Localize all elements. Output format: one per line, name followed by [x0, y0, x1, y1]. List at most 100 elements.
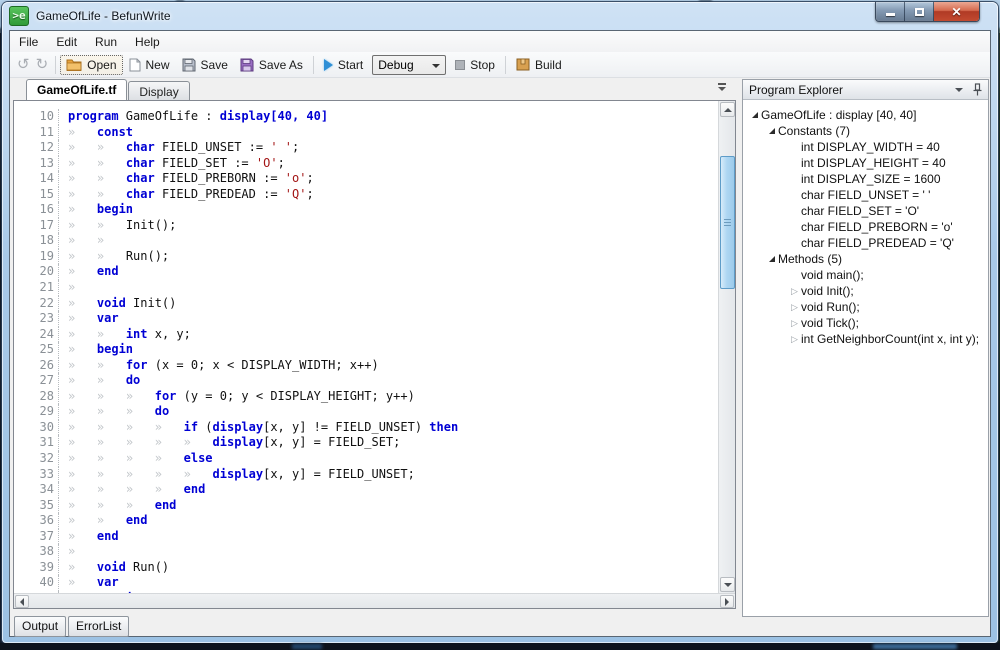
line-number: 38: [14, 544, 54, 560]
tree-item[interactable]: int DISPLAY_HEIGHT = 40: [743, 155, 988, 171]
code-scroll-area[interactable]: 10program GameOfLife : display[40, 40]11…: [14, 101, 718, 593]
line-number: 24: [14, 327, 54, 343]
horizontal-scrollbar[interactable]: [14, 593, 735, 608]
pin-icon[interactable]: [973, 83, 982, 96]
new-label: New: [146, 58, 170, 72]
minimize-icon: [886, 13, 895, 16]
build-button[interactable]: Build: [510, 55, 568, 75]
line-number: 14: [14, 171, 54, 187]
minimize-button[interactable]: [876, 2, 905, 21]
run-mode-dropdown[interactable]: Debug: [372, 55, 446, 75]
new-button[interactable]: New: [123, 55, 176, 75]
save-label: Save: [201, 58, 228, 72]
code-editor[interactable]: 10program GameOfLife : display[40, 40]11…: [13, 100, 736, 609]
tree-item[interactable]: ▷void Run();: [743, 299, 988, 315]
tab-errorlist[interactable]: ErrorList: [68, 616, 129, 637]
code-line: 40» var: [14, 575, 458, 591]
tree-item[interactable]: ▷void Tick();: [743, 315, 988, 331]
menu-help[interactable]: Help: [126, 32, 169, 52]
tree-item[interactable]: Constants (7): [743, 123, 988, 139]
code-line: 15» » char FIELD_PREDEAD := 'Q';: [14, 187, 458, 203]
title-bar[interactable]: >e GameOfLife - BefunWrite ✕: [2, 2, 998, 30]
scroll-left-button[interactable]: [15, 595, 29, 608]
tree-item[interactable]: char FIELD_SET = 'O': [743, 203, 988, 219]
code-line: 28» » » for (y = 0; y < DISPLAY_HEIGHT; …: [14, 389, 458, 405]
menu-edit[interactable]: Edit: [47, 32, 86, 52]
code-line: 19» » Run();: [14, 249, 458, 265]
code-line: 22» void Init(): [14, 296, 458, 312]
tree-collapsed-icon[interactable]: ▷: [788, 303, 801, 312]
open-button[interactable]: Open: [60, 55, 122, 75]
tree-item-label: char FIELD_PREBORN = 'o': [801, 220, 953, 234]
line-number: 26: [14, 358, 54, 374]
tree-item[interactable]: ▷int GetNeighborCount(int x, int y);: [743, 331, 988, 347]
tree-expanded-icon[interactable]: [748, 112, 761, 118]
line-number: 13: [14, 156, 54, 172]
toolbar-separator: [55, 56, 56, 74]
line-number: 34: [14, 482, 54, 498]
tab-display[interactable]: Display: [128, 81, 189, 100]
tree-expanded-icon[interactable]: [765, 128, 778, 134]
tree-collapsed-icon[interactable]: ▷: [788, 287, 801, 296]
program-explorer-header[interactable]: Program Explorer: [743, 80, 988, 100]
tree-item[interactable]: char FIELD_PREDEAD = 'Q': [743, 235, 988, 251]
code-line: 36» » end: [14, 513, 458, 529]
code-line: 14» » char FIELD_PREBORN := 'o';: [14, 171, 458, 187]
menu-run[interactable]: Run: [86, 32, 126, 52]
tab-gameoflife[interactable]: GameOfLife.tf: [26, 79, 127, 100]
tree-item[interactable]: int DISPLAY_SIZE = 1600: [743, 171, 988, 187]
line-number: 35: [14, 498, 54, 514]
save-button[interactable]: Save: [176, 55, 234, 75]
start-play-icon: [324, 59, 333, 71]
redo-button[interactable]: ↻: [33, 57, 52, 72]
start-label: Start: [338, 58, 363, 72]
code-line: 21»: [14, 280, 458, 296]
undo-button[interactable]: ↺: [14, 57, 33, 72]
scroll-down-button[interactable]: [720, 577, 735, 592]
client-area: File Edit Run Help ↺ ↻ Open: [9, 30, 991, 637]
stop-button[interactable]: Stop: [449, 55, 501, 75]
code-line: 23» var: [14, 311, 458, 327]
save-as-label: Save As: [259, 58, 303, 72]
arrow-up-icon: [724, 108, 732, 112]
tree-item[interactable]: ▷void Init();: [743, 283, 988, 299]
code-line: 32» » » » else: [14, 451, 458, 467]
close-button[interactable]: ✕: [934, 2, 979, 21]
tree-expanded-icon[interactable]: [765, 256, 778, 262]
line-number: 28: [14, 389, 54, 405]
tree-item[interactable]: char FIELD_PREBORN = 'o': [743, 219, 988, 235]
panel-menu-chevron-icon[interactable]: [955, 88, 963, 92]
tree-item[interactable]: Methods (5): [743, 251, 988, 267]
code-line: 17» » Init();: [14, 218, 458, 234]
line-number: 19: [14, 249, 54, 265]
vertical-scrollbar[interactable]: [718, 101, 735, 593]
line-number: 32: [14, 451, 54, 467]
pane-options-button[interactable]: [716, 83, 728, 91]
code-line: 39» void Run(): [14, 560, 458, 576]
line-number: 16: [14, 202, 54, 218]
scroll-right-button[interactable]: [720, 595, 734, 608]
line-number: 17: [14, 218, 54, 234]
menu-file[interactable]: File: [10, 32, 47, 52]
maximize-button[interactable]: [905, 2, 934, 21]
save-as-button[interactable]: Save As: [234, 55, 309, 75]
tree-collapsed-icon[interactable]: ▷: [788, 335, 801, 344]
tree-item[interactable]: int DISPLAY_WIDTH = 40: [743, 139, 988, 155]
start-button[interactable]: Start: [318, 55, 369, 75]
tab-output[interactable]: Output: [14, 616, 66, 637]
vertical-scroll-thumb[interactable]: [720, 156, 735, 289]
line-number: 23: [14, 311, 54, 327]
tree-item[interactable]: char FIELD_UNSET = ' ': [743, 187, 988, 203]
tree-collapsed-icon[interactable]: ▷: [788, 319, 801, 328]
tree-item-label: int DISPLAY_SIZE = 1600: [801, 172, 941, 186]
scroll-up-button[interactable]: [720, 102, 735, 117]
tree-item[interactable]: void main();: [743, 267, 988, 283]
program-explorer-panel: Program Explorer GameOfLife : display [4…: [742, 79, 989, 617]
save-icon: [182, 58, 196, 72]
code-line: 25» begin: [14, 342, 458, 358]
new-file-icon: [129, 58, 141, 72]
tree-item[interactable]: GameOfLife : display [40, 40]: [743, 107, 988, 123]
code-line: 31» » » » » display[x, y] = FIELD_SET;: [14, 435, 458, 451]
open-label: Open: [87, 58, 116, 72]
taskbar-strip[interactable]: [0, 643, 1000, 650]
